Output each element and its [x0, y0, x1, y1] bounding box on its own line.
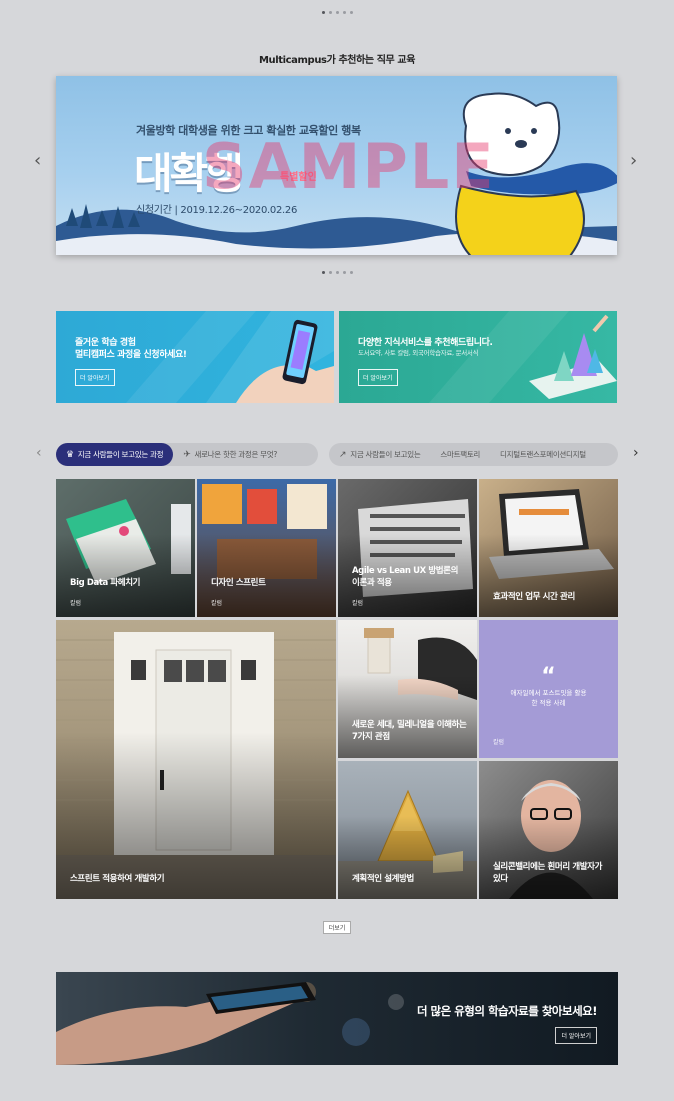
card-title: Big Data 파헤치기 — [70, 578, 141, 588]
card-tag: 칼럼 — [211, 600, 223, 607]
card-tag: 칼럼 — [493, 739, 505, 746]
crystal-chart-illustration — [429, 311, 617, 403]
card-tag: 칼럼 — [70, 600, 82, 607]
tab-label: 지금 사람들이 보고있는 과정 — [77, 450, 164, 459]
promo-more-button[interactable]: 더 알아보기 — [358, 369, 398, 386]
megaphone-icon: ✈ — [183, 449, 191, 460]
carousel-dot[interactable] — [335, 271, 339, 274]
tab-new-courses[interactable]: ✈ 새로나온 핫한 과정은 무엇? — [173, 443, 287, 466]
content-card[interactable]: Big Data 파헤치기 칼럼 — [56, 479, 195, 617]
carousel-dot[interactable] — [349, 11, 353, 14]
promo-line2: 멀티캠퍼스 과정을 신청하세요! — [75, 350, 187, 360]
promo-banner-course[interactable]: 즐거운 학습 경험 멀티캠퍼스 과정을 신청하세요! 더 알아보기 — [56, 311, 334, 403]
carousel-dot[interactable] — [328, 271, 332, 274]
carousel-dot[interactable] — [342, 271, 346, 274]
promo-more-button[interactable]: 더 알아보기 — [75, 369, 115, 386]
sample-watermark: SAMPLE — [202, 130, 496, 203]
card-title: 애자일에서 포스트잇을 활용한 적용 사례 — [510, 689, 587, 708]
card-title: 스프린트 적용하여 개발하기 — [70, 874, 165, 884]
top-carousel-dots — [0, 11, 674, 14]
card-title: Agile vs Lean UX 방법론의 이론과 적용 — [352, 566, 458, 589]
content-card[interactable]: 새로운 세대, 밀레니얼을 이해하는 7가지 관점 — [338, 620, 477, 758]
carousel-dot[interactable] — [335, 11, 339, 14]
crown-icon: ♛ — [66, 449, 74, 460]
tab-label: 새로나온 핫한 과정은 무엇? — [194, 450, 278, 459]
tab-popular-topics[interactable]: ↗ 지금 사람들이 보고있는 — [329, 443, 430, 466]
section-title: Multicampus가 추천하는 직무 교육 — [258, 55, 416, 66]
content-card[interactable]: 디자인 스프린트 칼럼 — [197, 479, 336, 617]
content-card-large[interactable]: 스프린트 적용하여 개발하기 — [56, 620, 336, 899]
bottom-banner-title: 더 많은 유형의 학습자료를 찾아보세요! — [416, 1004, 598, 1018]
hero-period: 신청기간 | 2019.12.26~2020.02.26 — [136, 205, 298, 216]
hero-banner[interactable]: 겨울방학 대학생을 위한 크고 확실한 교육할인 행복 대확행 특별할인 신청기… — [56, 76, 617, 255]
tab-popular-courses[interactable]: ♛ 지금 사람들이 보고있는 과정 — [56, 443, 174, 466]
tabs-next-arrow-icon[interactable]: › — [633, 446, 639, 460]
tab-group-topics: ↗ 지금 사람들이 보고있는 스마트팩토리 디지털트랜스포메이션디지털 — [329, 443, 618, 466]
promo-line2: 도서요약, 사토 칼럼, 외국어학습자료, 문서서식 — [358, 349, 479, 357]
tab-label: 지금 사람들이 보고있는 — [350, 450, 421, 459]
tab-group-courses: ♛ 지금 사람들이 보고있는 과정 ✈ 새로나온 핫한 과정은 무엇? — [56, 443, 318, 466]
card-title: 새로운 세대, 밀레니얼을 이해하는 7가지 관점 — [352, 720, 467, 743]
bottom-banner[interactable]: 더 많은 유형의 학습자료를 찾아보세요! 더 알아보기 — [56, 972, 618, 1065]
more-button[interactable]: 더보기 — [323, 921, 351, 934]
carousel-dot[interactable] — [328, 11, 332, 14]
card-title: 실리콘밸리에는 흰머리 개발자가 있다 — [493, 862, 602, 885]
carousel-dot[interactable] — [321, 11, 325, 14]
hero-carousel-dots — [0, 271, 674, 274]
hero-prev-arrow-icon[interactable]: ‹ — [34, 152, 41, 170]
tabs-prev-arrow-icon[interactable]: ‹ — [36, 446, 42, 460]
card-title: 계획적인 설계방법 — [352, 874, 414, 884]
card-title: 디자인 스프린트 — [211, 578, 266, 588]
card-tag: 칼럼 — [352, 600, 364, 607]
tab-digital-transformation[interactable]: 디지털트랜스포메이션디지털 — [490, 443, 596, 466]
hero-next-arrow-icon[interactable]: › — [630, 152, 637, 170]
content-card[interactable]: 효과적인 업무 시간 관리 — [479, 479, 618, 617]
content-card[interactable]: Agile vs Lean UX 방법론의 이론과 적용 칼럼 — [338, 479, 477, 617]
content-card[interactable]: 계획적인 설계방법 — [338, 761, 477, 899]
content-card[interactable]: 실리콘밸리에는 흰머리 개발자가 있다 — [479, 761, 618, 899]
bottom-banner-button[interactable]: 더 알아보기 — [555, 1027, 597, 1044]
carousel-dot[interactable] — [349, 271, 353, 274]
tab-smart-factory[interactable]: 스마트팩토리 — [430, 443, 490, 466]
promo-banner-knowledge[interactable]: 다양한 지식서비스를 추천해드립니다. 도서요약, 사토 칼럼, 외국어학습자료… — [339, 311, 617, 403]
carousel-dot[interactable] — [342, 11, 346, 14]
quote-icon: “ — [541, 664, 556, 689]
carousel-dot[interactable] — [321, 271, 325, 274]
trend-icon: ↗ — [339, 449, 347, 460]
tab-label: 스마트팩토리 — [440, 450, 481, 459]
card-title: 효과적인 업무 시간 관리 — [493, 592, 575, 602]
tab-label: 디지털트랜스포메이션디지털 — [500, 450, 586, 459]
content-card-quote[interactable]: “ 애자일에서 포스트잇을 활용한 적용 사례 칼럼 — [479, 620, 618, 758]
